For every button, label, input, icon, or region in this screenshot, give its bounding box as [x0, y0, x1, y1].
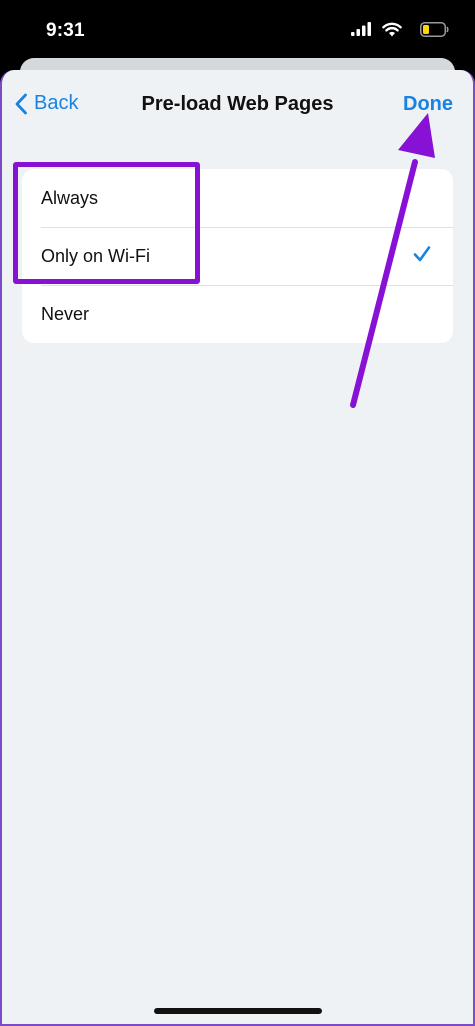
home-indicator	[154, 1008, 322, 1014]
annotation-arrow	[350, 113, 435, 408]
